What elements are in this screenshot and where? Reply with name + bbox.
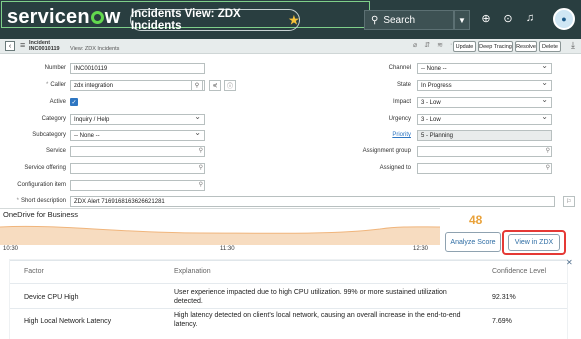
active-checkbox[interactable]: ✓: [70, 98, 78, 106]
state-label: State: [396, 82, 411, 88]
active-label: Active: [49, 99, 66, 105]
subcategory-select[interactable]: -- None --: [70, 130, 205, 141]
short-description-field[interactable]: ZDX Alert 7169168163626621281: [70, 196, 555, 207]
priority-field: 5 - Planning: [417, 130, 552, 141]
search-icon: ⚲: [371, 14, 379, 26]
record-number: INC0010119: [29, 46, 60, 52]
view-in-zdx-highlight: View in ZDX: [502, 230, 566, 255]
hamburger-menu-icon[interactable]: ≡: [20, 40, 25, 50]
score-timeline-chart: [0, 225, 440, 245]
row-1-confidence: 92.31%: [492, 294, 516, 301]
header-icons: ⌀ ⇵ ≋ ···: [413, 41, 457, 49]
row-1-explanation: User experience impacted due to high CPU…: [174, 289, 447, 305]
configuration-item-lookup-icon[interactable]: ⚲: [199, 181, 203, 188]
view-in-zdx-button[interactable]: View in ZDX: [508, 234, 560, 251]
assignment-group-lookup-icon[interactable]: ⚲: [546, 147, 550, 154]
row-2-factor: High Local Network Latency: [24, 318, 112, 325]
row-1-factor: Device CPU High: [24, 294, 79, 301]
urgency-label: Urgency: [388, 116, 411, 122]
subcategory-label: Subcategory: [32, 132, 66, 138]
back-button[interactable]: ‹: [5, 41, 15, 51]
caller-info-icon[interactable]: ⓘ: [224, 80, 236, 91]
deep-tracing-button[interactable]: Deep Tracing: [478, 41, 513, 52]
number-field[interactable]: INC0010119: [70, 63, 205, 74]
page: servicen w Incidents View: ZDX Incidents …: [0, 0, 581, 339]
number-label: Number: [44, 65, 66, 71]
row-2-confidence: 7.69%: [492, 318, 512, 325]
form-header: ‹ ≡ Incident INC0010119 View: ZDX Incide…: [0, 39, 581, 54]
caller-label: * Caller: [45, 82, 66, 88]
service-offering-lookup-icon[interactable]: ⚲: [199, 164, 203, 171]
search-placeholder: Search: [383, 14, 416, 26]
view-title-pill[interactable]: Incidents View: ZDX Incidents ★: [130, 8, 300, 32]
globe-icon[interactable]: ⊕: [478, 12, 494, 25]
assignment-group-label: Assignment group: [362, 148, 411, 154]
priority-label-link[interactable]: Priority: [340, 132, 411, 138]
zdx-score-value: 48: [469, 213, 483, 227]
impact-label: Impact: [392, 99, 411, 105]
assignment-group-field[interactable]: ⚲: [417, 146, 552, 157]
row-2-explanation: High latency detected on client's local …: [174, 312, 461, 328]
service-offering-field[interactable]: ⚲: [70, 163, 205, 174]
timeline-label-mid: 11:30: [220, 246, 235, 252]
header-separator: [10, 283, 567, 284]
notifications-bell-icon[interactable]: ♫: [522, 12, 538, 24]
configuration-item-label: Configuration item: [17, 182, 66, 188]
caller-field[interactable]: zdx integration: [70, 80, 205, 91]
urgency-select[interactable]: 3 - Low: [417, 114, 552, 125]
caller-lookup-search-icon[interactable]: ⚲: [191, 80, 203, 91]
attachment-icon[interactable]: ⌀: [413, 41, 417, 49]
impact-select[interactable]: 3 - Low: [417, 97, 552, 108]
star-icon[interactable]: ★: [289, 13, 299, 27]
assigned-to-label: Assigned to: [379, 165, 411, 171]
suggestion-icon[interactable]: ⚐: [563, 196, 575, 207]
service-field[interactable]: ⚲: [70, 146, 205, 157]
caller-share-icon[interactable]: ⋞: [209, 80, 221, 91]
view-label: View: ZDX Incidents: [70, 46, 120, 52]
service-offering-label: Service offering: [24, 165, 66, 171]
top-navigation-bar: servicen w Incidents View: ZDX Incidents …: [0, 0, 581, 39]
close-panel-icon[interactable]: ✕: [566, 258, 573, 267]
category-label: Category: [41, 116, 66, 122]
state-select[interactable]: In Progress: [417, 80, 552, 91]
service-lookup-icon[interactable]: ⚲: [199, 147, 203, 154]
category-select[interactable]: Inquiry / Help: [70, 114, 205, 125]
application-name: OneDrive for Business: [3, 210, 79, 219]
resolve-button[interactable]: Resolve: [515, 41, 537, 52]
section-divider: [0, 208, 440, 209]
record-title: Incident INC0010119: [29, 40, 60, 52]
global-search[interactable]: ⚲ Search: [364, 10, 454, 30]
channel-label: Channel: [388, 65, 411, 71]
explanation-column-header: Explanation: [174, 268, 211, 275]
configuration-item-field[interactable]: ⚲: [70, 180, 205, 191]
search-scope-dropdown[interactable]: ▼: [454, 10, 470, 30]
update-button[interactable]: Update: [453, 41, 476, 52]
user-avatar[interactable]: ●: [553, 8, 575, 30]
scroll-up-icon[interactable]: ⤓: [571, 40, 575, 51]
timeline-label-start: 10:30: [3, 246, 19, 252]
timeline-label-end: 12:30: [413, 246, 429, 252]
assigned-to-lookup-icon[interactable]: ⚲: [546, 164, 550, 171]
delete-button[interactable]: Delete: [539, 41, 561, 52]
factor-column-header: Factor: [24, 268, 44, 275]
short-description-label: * Short description: [16, 198, 66, 204]
analyze-score-button[interactable]: Analyze Score: [445, 232, 501, 252]
row-separator: [10, 308, 567, 309]
servicenow-logo[interactable]: servicen w: [7, 6, 121, 29]
confidence-column-header: Confidence Level: [492, 268, 547, 275]
settings-icon[interactable]: ≋: [437, 41, 443, 49]
channel-select[interactable]: -- None --: [417, 63, 552, 74]
activity-icon[interactable]: ⇵: [424, 41, 430, 49]
service-label: Service: [45, 148, 66, 154]
assigned-to-field[interactable]: ⚲: [417, 163, 552, 174]
view-title: Incidents View: ZDX Incidents: [131, 8, 241, 32]
help-icon[interactable]: ⊙: [500, 12, 516, 25]
